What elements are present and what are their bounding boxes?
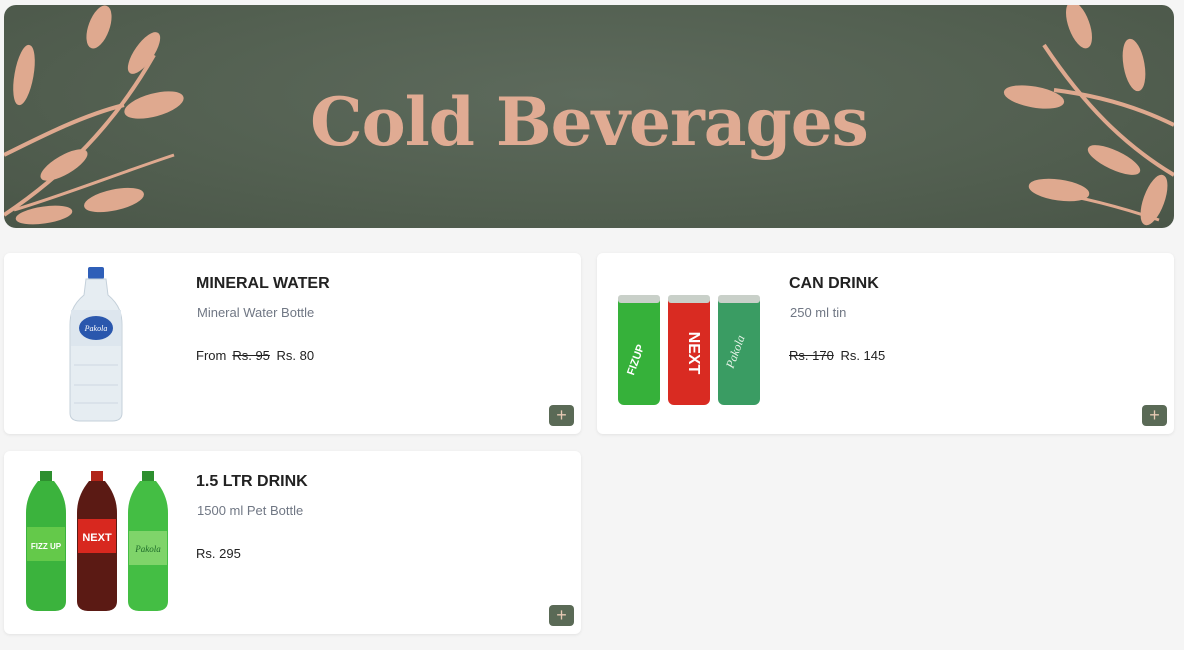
- product-price: Rs. 295: [196, 546, 241, 561]
- current-price: Rs. 295: [196, 546, 241, 561]
- old-price: Rs. 170: [789, 348, 834, 363]
- svg-text:Pakola: Pakola: [84, 324, 108, 333]
- product-description: Mineral Water Bottle: [197, 305, 315, 320]
- add-to-cart-button[interactable]: +: [549, 605, 574, 626]
- soda-cans-image: FIZUP NEXT Pakola: [618, 295, 760, 405]
- current-price: Rs. 145: [840, 348, 886, 363]
- svg-text:NEXT: NEXT: [82, 532, 112, 544]
- product-description: 1500 ml Pet Bottle: [197, 503, 304, 518]
- current-price: Rs. 80: [276, 348, 315, 363]
- soda-bottles-image: FIZZ UP NEXT Pakola: [26, 471, 168, 611]
- water-bottle-image: Pakola: [69, 267, 123, 422]
- category-banner: Cold Beverages: [4, 5, 1174, 228]
- product-card-can-drink[interactable]: FIZUP NEXT Pakola CAN DRINK 250 ml tin R…: [597, 253, 1174, 434]
- product-title: MINERAL WATER: [196, 275, 330, 292]
- product-card-mineral-water[interactable]: Pakola MINERAL WATER Mineral Water Bottl…: [4, 253, 581, 434]
- product-price: Rs. 170 Rs. 145: [789, 348, 885, 363]
- svg-text:Pakola: Pakola: [134, 544, 161, 554]
- leaf-branch-right-decoration: [1003, 5, 1174, 226]
- product-title: CAN DRINK: [789, 275, 879, 292]
- product-title: 1.5 LTR DRINK: [196, 473, 308, 490]
- add-to-cart-button[interactable]: +: [1142, 405, 1167, 426]
- add-to-cart-button[interactable]: +: [549, 405, 574, 426]
- product-card-1-5-ltr-drink[interactable]: FIZZ UP NEXT Pakola 1.5 LTR DRINK 1500 m…: [4, 451, 581, 634]
- product-description: 250 ml tin: [790, 305, 847, 320]
- product-price: From Rs. 95 Rs. 80: [196, 348, 314, 363]
- old-price: Rs. 95: [232, 348, 270, 363]
- svg-text:FIZZ UP: FIZZ UP: [31, 542, 62, 551]
- svg-text:NEXT: NEXT: [685, 332, 702, 375]
- price-from-label: From: [196, 348, 227, 363]
